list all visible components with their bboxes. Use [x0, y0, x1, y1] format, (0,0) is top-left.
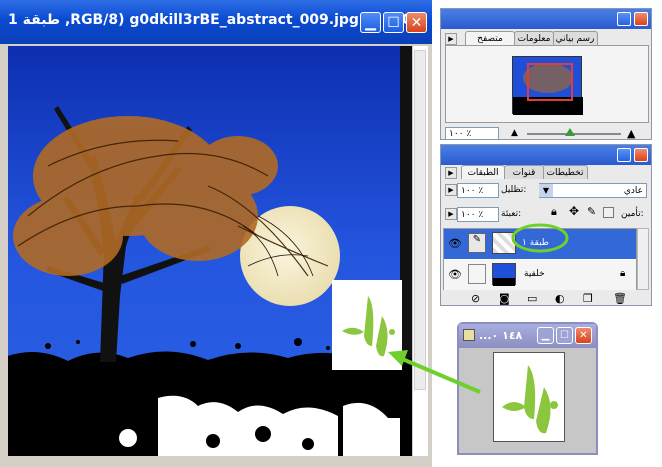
fill-label: تعبئة:: [501, 209, 522, 219]
preview-image: [493, 352, 565, 442]
background-thumbnail: [492, 263, 516, 286]
preview-close-button[interactable]: ✕: [575, 327, 592, 344]
close-button[interactable]: ✕: [406, 12, 427, 33]
fill-arrow-icon[interactable]: ▶: [445, 208, 457, 220]
lock-icon[interactable]: 🔒︎: [551, 205, 557, 219]
trash-icon[interactable]: 🗑︎: [613, 292, 627, 305]
tab-navigator[interactable]: متصفح: [465, 31, 515, 45]
background-lock-icon: 🔒︎: [620, 268, 626, 279]
layer-row-background[interactable]: 👁︎ خلفية 🔒︎: [444, 260, 636, 290]
pointer-arrow: [388, 350, 481, 394]
opacity-label: تظليل:: [501, 185, 527, 195]
tab-histogram[interactable]: رسم بياني: [552, 31, 598, 45]
opacity-field[interactable]: ١٠٠ ٪: [457, 183, 499, 198]
navigator-preview-area[interactable]: [445, 45, 649, 123]
navigator-minimize-button[interactable]: [617, 12, 631, 26]
zoom-out-icon[interactable]: ▲: [511, 128, 518, 138]
background-visibility-eye-icon[interactable]: 👁︎: [448, 268, 462, 281]
tab-info[interactable]: معلومات: [514, 31, 554, 45]
lock-transparent-icon[interactable]: [603, 207, 614, 218]
background-link-box[interactable]: [468, 264, 486, 284]
close-icon: ✕: [410, 14, 423, 31]
scroll-thumb[interactable]: [414, 50, 426, 390]
tab-layers[interactable]: الطبقات: [461, 165, 505, 179]
highlight-ellipse: [511, 223, 569, 253]
navigator-title-bar[interactable]: [441, 9, 651, 29]
image-canvas[interactable]: [8, 46, 412, 456]
tab-channels[interactable]: قنوات: [504, 165, 544, 179]
adjustment-layer-icon[interactable]: ◐: [555, 292, 565, 305]
background-layer-name[interactable]: خلفية: [524, 269, 545, 279]
maximize-button[interactable]: ☐: [383, 12, 404, 33]
visibility-eye-icon[interactable]: 👁︎: [448, 237, 462, 250]
preview-logo: [502, 365, 558, 434]
layers-title-bar[interactable]: [441, 145, 651, 165]
document-title-bar[interactable]: طبقة 1 ,RGB/8) g0dkill3rBE_abstract_009.…: [0, 0, 432, 44]
navigator-menu-arrow-icon[interactable]: ▶: [445, 33, 457, 45]
navigator-zoom-slider[interactable]: [527, 128, 621, 136]
layers-minimize-button[interactable]: [617, 148, 631, 162]
artwork: [8, 46, 412, 456]
layers-scrollbar[interactable]: [637, 228, 649, 290]
new-group-icon[interactable]: ▭: [527, 292, 537, 305]
navigator-close-button[interactable]: [634, 12, 648, 26]
blend-mode-value: عادي: [623, 185, 643, 196]
navigator-panel: ▶ رسم بياني معلومات متصفح ١٠٠ ٪ ▲ ▲: [440, 8, 652, 140]
layer-style-icon[interactable]: ⊘: [471, 292, 480, 305]
brush-icon[interactable]: ✎: [587, 205, 596, 218]
opacity-arrow-icon[interactable]: ▶: [445, 184, 457, 196]
blend-mode-select[interactable]: عادي: [539, 183, 647, 198]
chevron-down-icon[interactable]: ▼: [539, 184, 553, 197]
preview-minimize-button[interactable]: ▁: [537, 327, 554, 344]
minimize-icon: ▁: [365, 14, 376, 31]
document-window: طبقة 1 ,RGB/8) g0dkill3rBE_abstract_009.…: [0, 0, 432, 467]
navigator-view-box[interactable]: [527, 63, 573, 101]
zoom-slider-thumb[interactable]: [565, 128, 575, 136]
layer-link-brush-icon[interactable]: ✎: [468, 233, 486, 253]
minimize-button[interactable]: ▁: [360, 12, 381, 33]
preview-maximize-button[interactable]: ☐: [556, 327, 573, 344]
navigator-zoom-field[interactable]: ١٠٠ ٪: [445, 127, 499, 140]
fill-field[interactable]: ١٠٠ ٪: [457, 207, 499, 222]
navigator-thumbnail: [512, 56, 583, 115]
layers-menu-arrow-icon[interactable]: ▶: [445, 167, 457, 179]
move-icon[interactable]: ✥: [569, 204, 579, 218]
layers-close-button[interactable]: [634, 148, 648, 162]
layer-mask-icon[interactable]: ◙: [499, 292, 510, 305]
maximize-icon: ☐: [387, 14, 400, 31]
tab-paths[interactable]: تخطيطات: [542, 165, 588, 179]
lock-label: تأمين:: [621, 209, 644, 219]
new-layer-icon[interactable]: ❐: [583, 292, 593, 305]
zoom-in-icon[interactable]: ▲: [627, 127, 635, 140]
